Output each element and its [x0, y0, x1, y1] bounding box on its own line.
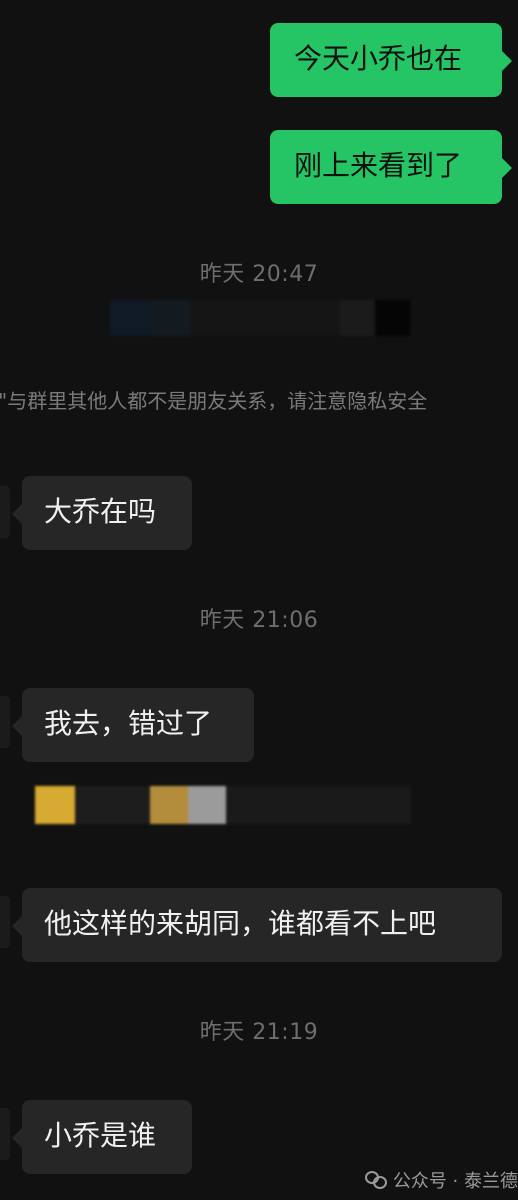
- received-message[interactable]: 我去，错过了: [12, 688, 254, 762]
- chat-area[interactable]: 今天小乔也在 刚上来看到了 昨天 20:47 "与群里其他人都不是朋友关系，请注…: [0, 0, 518, 1200]
- sent-message[interactable]: 今天小乔也在: [270, 23, 512, 97]
- message-text: 今天小乔也在: [294, 42, 463, 75]
- avatar[interactable]: [0, 486, 10, 538]
- message-text: 刚上来看到了: [294, 149, 463, 182]
- avatar[interactable]: [0, 896, 10, 948]
- message-text: 我去，错过了: [44, 707, 213, 740]
- system-notice: "与群里其他人都不是朋友关系，请注意隐私安全: [0, 389, 428, 413]
- watermark-text: 公众号 · 泰兰德: [392, 1171, 518, 1192]
- timestamp: 昨天 20:47: [199, 262, 319, 287]
- redacted-content: [35, 786, 411, 824]
- timestamp: 昨天 21:06: [199, 608, 319, 633]
- message-text: 小乔是谁: [44, 1119, 157, 1152]
- avatar[interactable]: [0, 696, 10, 748]
- timestamp: 昨天 21:19: [199, 1020, 319, 1045]
- message-text: 大乔在吗: [44, 495, 157, 528]
- received-message[interactable]: 小乔是谁: [12, 1100, 192, 1174]
- received-message[interactable]: 大乔在吗: [12, 476, 192, 550]
- received-message[interactable]: 他这样的来胡同，谁都看不上吧: [12, 888, 502, 962]
- sent-message[interactable]: 刚上来看到了: [270, 130, 512, 204]
- message-text: 他这样的来胡同，谁都看不上吧: [44, 907, 437, 940]
- redacted-content: [110, 300, 410, 336]
- watermark: 公众号 · 泰兰德: [364, 1166, 518, 1194]
- wechat-icon: [364, 1171, 387, 1189]
- avatar[interactable]: [0, 1108, 10, 1160]
